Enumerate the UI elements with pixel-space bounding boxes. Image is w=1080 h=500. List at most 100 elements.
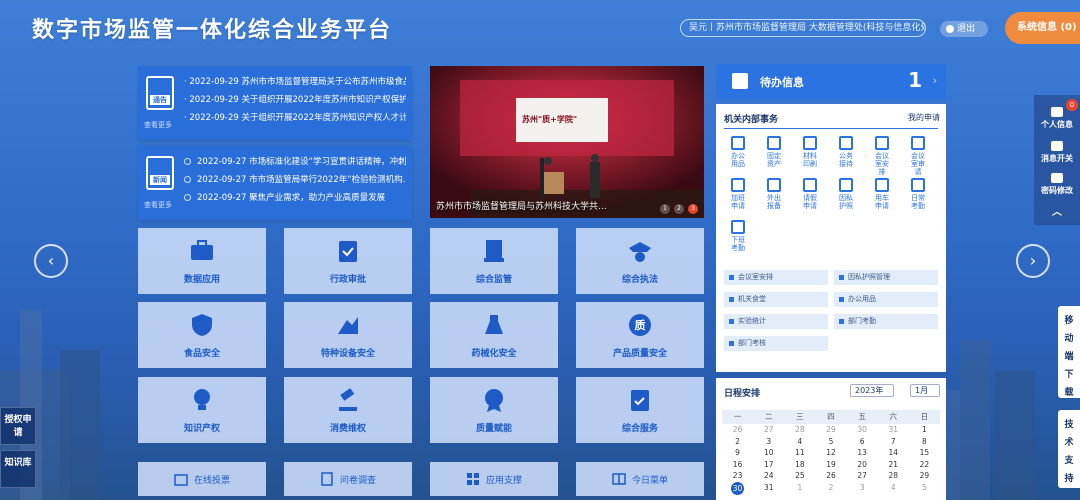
app-material-printing[interactable]: 材料 印刷	[796, 136, 824, 168]
password-change-button[interactable]: 密码修改	[1034, 173, 1080, 196]
notice-item[interactable]: · 2022-09-29 关于组织开展2022年度苏州知识产权人才计...	[184, 109, 406, 127]
app-fixed-assets[interactable]: 固定 资产	[760, 136, 788, 168]
my-application-link[interactable]: 我的申请	[908, 112, 940, 123]
link-canteen[interactable]: 机关食堂	[724, 292, 828, 307]
carousel-dot-active[interactable]: 3	[688, 204, 698, 214]
calendar-day[interactable]: 26	[722, 424, 753, 436]
calendar-day[interactable]: 15	[909, 447, 940, 459]
calendar-day[interactable]: 11	[784, 447, 815, 459]
calendar-day[interactable]: 4	[784, 436, 815, 448]
news-carousel[interactable]: 苏州"质+学院" 苏州市市场监督管理局与苏州科技大学共... 1 2 3	[430, 66, 704, 218]
collapse-up-button[interactable]: ︿	[1034, 203, 1080, 218]
tile-quality-empower[interactable]: 质量赋能	[430, 377, 558, 443]
link-office-supplies[interactable]: 办公用品	[834, 292, 938, 307]
calendar-day[interactable]: 29	[815, 424, 846, 436]
notify-toggle-button[interactable]: 消息开关	[1034, 141, 1080, 164]
next-page-button[interactable]: ›	[1016, 244, 1050, 278]
app-daily-attendance[interactable]: 日常 考勤	[904, 178, 932, 210]
calendar-day[interactable]: 6	[847, 436, 878, 448]
tile-comprehensive-enforcement[interactable]: 综合执法	[576, 228, 704, 294]
tile-food-safety[interactable]: 食品安全	[138, 302, 266, 368]
app-meeting-room-arrange[interactable]: 会议 室安 排	[868, 136, 896, 176]
calendar-day[interactable]: 21	[878, 459, 909, 471]
notice-item[interactable]: · 2022-09-29 关于组织开展2022年度苏州市知识产权保护...	[184, 91, 406, 109]
notice-more-link[interactable]: 查看更多	[144, 120, 172, 130]
tech-support-tab[interactable]: 技术支持	[1058, 410, 1080, 488]
calendar-day[interactable]: 28	[784, 424, 815, 436]
calendar-day[interactable]: 16	[722, 459, 753, 471]
calendar-day[interactable]: 5	[815, 436, 846, 448]
calendar-day[interactable]: 10	[753, 447, 784, 459]
calendar-day[interactable]: 18	[784, 459, 815, 471]
carousel-caption[interactable]: 苏州市市场监督管理局与苏州科技大学共...	[436, 199, 607, 212]
calendar-day[interactable]: 8	[909, 436, 940, 448]
calendar-day[interactable]: 17	[753, 459, 784, 471]
news-more-link[interactable]: 查看更多	[144, 200, 172, 210]
mobile-download-tab[interactable]: 移动端下载	[1058, 306, 1080, 398]
calendar-day[interactable]: 2	[815, 482, 846, 495]
calendar-day[interactable]: 29	[909, 470, 940, 482]
tile-comprehensive-supervision[interactable]: 综合监管	[430, 228, 558, 294]
todo-bar[interactable]: 待办信息 1 ›	[716, 64, 946, 99]
auth-apply-tab[interactable]: 授权申请	[0, 407, 36, 445]
calendar-day[interactable]: 9	[722, 447, 753, 459]
calendar-day[interactable]: 31	[753, 482, 784, 495]
tile-product-quality[interactable]: 质产品质量安全	[576, 302, 704, 368]
link-dept-assessment[interactable]: 部门考核	[724, 336, 828, 351]
calendar-day[interactable]: 5	[909, 482, 940, 495]
app-offwork-attendance[interactable]: 下班 考勤	[724, 220, 752, 252]
news-item[interactable]: 2022-09-27 市市场监管局举行2022年“检验检测机构...	[184, 171, 406, 189]
tile-admin-approval[interactable]: 行政审批	[284, 228, 412, 294]
link-meeting-room[interactable]: 会议室安排	[724, 270, 828, 285]
calendar-day[interactable]: 25	[784, 470, 815, 482]
app-meeting-room-approve[interactable]: 会议 室审 请	[904, 136, 932, 176]
month-select[interactable]: 1月	[910, 384, 940, 397]
news-item[interactable]: 2022-09-27 聚焦产业需求，助力产业高质量发展	[184, 189, 406, 207]
news-item[interactable]: 2022-09-27 市场标准化建设“学习宣贯讲话精神，冲刺...	[184, 153, 406, 171]
link-dept-attendance[interactable]: 部门考勤	[834, 314, 938, 329]
app-official-reception[interactable]: 公务 接待	[832, 136, 860, 168]
app-outing[interactable]: 外出 报备	[760, 178, 788, 210]
tile-consumer-rights[interactable]: 消费维权	[284, 377, 412, 443]
calendar-day[interactable]: 3	[753, 436, 784, 448]
calendar-day[interactable]: 2	[722, 436, 753, 448]
logout-button[interactable]: 退出	[940, 21, 988, 37]
today-menu-button[interactable]: 今日菜单	[576, 462, 704, 496]
calendar-day[interactable]: 31	[878, 424, 909, 436]
tile-intellectual-property[interactable]: 知识产权	[138, 377, 266, 443]
calendar-day[interactable]: 23	[722, 470, 753, 482]
tile-special-equipment[interactable]: 特种设备安全	[284, 302, 412, 368]
calendar-day[interactable]: 20	[847, 459, 878, 471]
calendar-day[interactable]: 22	[909, 459, 940, 471]
user-info[interactable]: 吴元丨苏州市市场监督管理局 大数据管理处(科技与信息化处)	[680, 19, 926, 37]
app-private-passport[interactable]: 因私 护照	[832, 178, 860, 210]
app-leave[interactable]: 请假 申请	[796, 178, 824, 210]
carousel-dot[interactable]: 1	[660, 204, 670, 214]
knowledge-base-tab[interactable]: 知识库	[0, 450, 36, 488]
app-office-supplies[interactable]: 办公 用品	[724, 136, 752, 168]
notice-item[interactable]: · 2022-09-29 苏州市市场监督管理局关于公布苏州市级食品...	[184, 73, 406, 91]
calendar-day[interactable]: 28	[878, 470, 909, 482]
calendar-day[interactable]: 14	[878, 447, 909, 459]
survey-button[interactable]: 问卷调查	[284, 462, 412, 496]
calendar-day[interactable]: 1	[909, 424, 940, 436]
calendar-day[interactable]: 12	[815, 447, 846, 459]
tile-comprehensive-service[interactable]: 综合服务	[576, 377, 704, 443]
calendar-day[interactable]: 4	[878, 482, 909, 495]
carousel-dot[interactable]: 2	[674, 204, 684, 214]
calendar-day[interactable]: 27	[847, 470, 878, 482]
link-statistics[interactable]: 实验统计	[724, 314, 828, 329]
calendar-day[interactable]: 19	[815, 459, 846, 471]
calendar-day[interactable]: 13	[847, 447, 878, 459]
calendar-day[interactable]: 27	[753, 424, 784, 436]
app-vehicle[interactable]: 用车 申请	[868, 178, 896, 210]
tile-drug-safety[interactable]: 药械化安全	[430, 302, 558, 368]
link-passport-manage[interactable]: 因私护照管理	[834, 270, 938, 285]
calendar-day[interactable]: 7	[878, 436, 909, 448]
calendar-day[interactable]: 24	[753, 470, 784, 482]
year-select[interactable]: 2023年	[850, 384, 894, 397]
calendar-day[interactable]: 26	[815, 470, 846, 482]
calendar-day[interactable]: 3	[847, 482, 878, 495]
online-vote-button[interactable]: 在线投票	[138, 462, 266, 496]
calendar-day[interactable]: 30	[847, 424, 878, 436]
